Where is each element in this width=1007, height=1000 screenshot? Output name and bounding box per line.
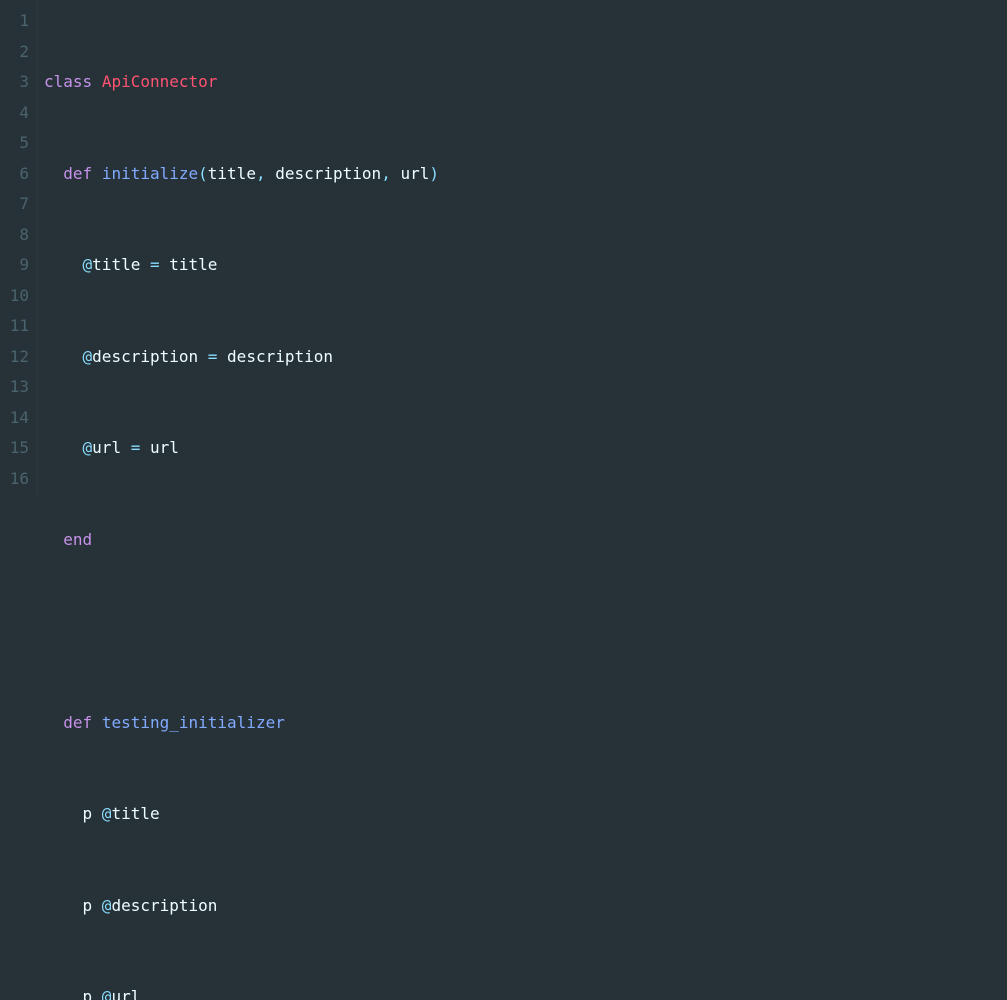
indent: [44, 896, 83, 915]
indent: [44, 987, 83, 1000]
line-number: 16: [6, 464, 29, 495]
code-line[interactable]: def testing_initializer: [44, 708, 1007, 739]
ivar: description: [111, 896, 217, 915]
param: title: [208, 164, 256, 183]
line-number: 1: [6, 6, 29, 37]
comma: ,: [381, 164, 400, 183]
at-sign: @: [83, 347, 93, 366]
indent: [44, 438, 83, 457]
ivar: description: [92, 347, 198, 366]
indent: [44, 347, 83, 366]
paren-close: ): [429, 164, 439, 183]
space: [92, 72, 102, 91]
ivar: title: [111, 804, 159, 823]
method-name: initialize: [102, 164, 198, 183]
code-line[interactable]: end: [44, 525, 1007, 556]
indent: [44, 713, 63, 732]
var: title: [169, 255, 217, 274]
line-number: 6: [6, 159, 29, 190]
line-number: 9: [6, 250, 29, 281]
keyword-end: end: [63, 530, 92, 549]
comma: ,: [256, 164, 275, 183]
space: [92, 713, 102, 732]
at-sign: @: [83, 438, 93, 457]
equals: =: [140, 255, 169, 274]
paren-open: (: [198, 164, 208, 183]
p-call: p: [83, 896, 102, 915]
indent: [44, 164, 63, 183]
space: [92, 164, 102, 183]
p-call: p: [83, 987, 102, 1000]
var: description: [227, 347, 333, 366]
equals: =: [121, 438, 150, 457]
at-sign: @: [102, 987, 112, 1000]
line-number: 11: [6, 311, 29, 342]
line-number: 12: [6, 342, 29, 373]
indent: [44, 530, 63, 549]
code-area[interactable]: class ApiConnector def initialize(title,…: [38, 0, 1007, 500]
var: url: [150, 438, 179, 457]
code-line[interactable]: p @description: [44, 891, 1007, 922]
keyword-def: def: [63, 164, 92, 183]
line-number: 3: [6, 67, 29, 98]
line-number: 8: [6, 220, 29, 251]
line-number: 7: [6, 189, 29, 220]
keyword-def: def: [63, 713, 92, 732]
p-call: p: [83, 804, 102, 823]
keyword-class: class: [44, 72, 92, 91]
code-line[interactable]: @url = url: [44, 433, 1007, 464]
line-number: 14: [6, 403, 29, 434]
code-line[interactable]: p @title: [44, 799, 1007, 830]
param: url: [400, 164, 429, 183]
ivar: url: [92, 438, 121, 457]
method-name: testing_initializer: [102, 713, 285, 732]
code-line[interactable]: def initialize(title, description, url): [44, 159, 1007, 190]
ivar: title: [92, 255, 140, 274]
param: description: [275, 164, 381, 183]
at-sign: @: [102, 896, 112, 915]
code-line[interactable]: @description = description: [44, 342, 1007, 373]
code-line[interactable]: p @url: [44, 982, 1007, 1000]
equals: =: [198, 347, 227, 366]
indent: [44, 255, 83, 274]
line-number: 4: [6, 98, 29, 129]
code-line[interactable]: [44, 616, 1007, 647]
code-line[interactable]: @title = title: [44, 250, 1007, 281]
at-sign: @: [102, 804, 112, 823]
at-sign: @: [83, 255, 93, 274]
ivar: url: [111, 987, 140, 1000]
line-number: 10: [6, 281, 29, 312]
code-line[interactable]: class ApiConnector: [44, 67, 1007, 98]
line-number: 13: [6, 372, 29, 403]
code-editor[interactable]: 1 2 3 4 5 6 7 8 9 10 11 12 13 14 15 16 c…: [0, 0, 1007, 500]
line-number: 5: [6, 128, 29, 159]
class-name: ApiConnector: [102, 72, 218, 91]
indent: [44, 804, 83, 823]
line-number: 15: [6, 433, 29, 464]
line-number: 2: [6, 37, 29, 68]
line-gutter: 1 2 3 4 5 6 7 8 9 10 11 12 13 14 15 16: [0, 0, 38, 500]
